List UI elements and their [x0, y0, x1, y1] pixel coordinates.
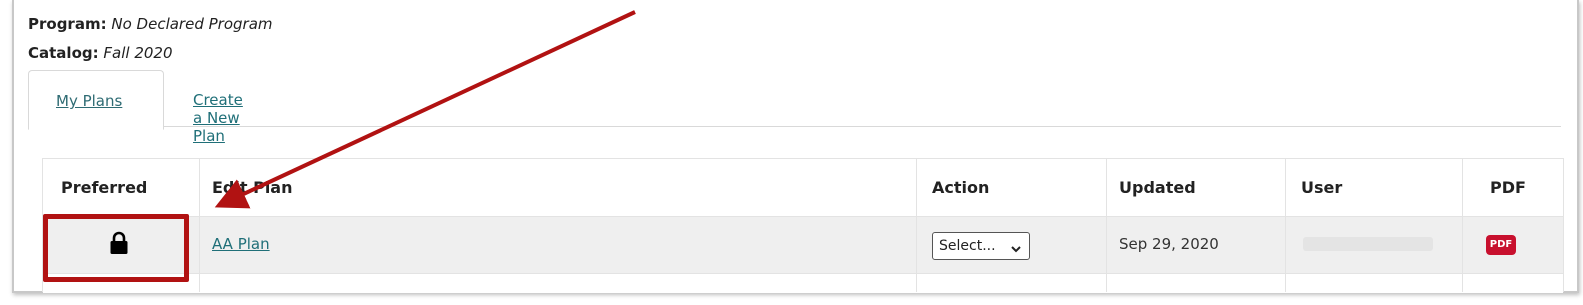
chevron-down-icon: [1011, 242, 1021, 253]
column-divider: [1462, 159, 1463, 292]
column-divider: [1285, 159, 1286, 292]
column-divider: [916, 159, 917, 292]
user-cell-redacted: [1303, 237, 1433, 251]
header-edit-plan: Edit Plan: [212, 178, 293, 197]
tab-my-plans[interactable]: My Plans: [28, 70, 164, 130]
tabs-divider: [28, 126, 1561, 127]
action-select[interactable]: Select...: [932, 232, 1030, 260]
updated-cell: Sep 29, 2020: [1119, 235, 1219, 253]
program-value: No Declared Program: [111, 15, 273, 33]
plan-name-cell[interactable]: AA Plan: [212, 235, 270, 253]
program-label: Program:: [28, 15, 107, 33]
tab-my-plans-label[interactable]: My Plans: [56, 92, 122, 110]
column-divider: [199, 159, 200, 292]
header-preferred: Preferred: [61, 178, 148, 197]
table-row: AA Plan Select... Sep 29, 2020 PDF: [43, 217, 1563, 273]
annotation-highlight-box: [43, 214, 189, 282]
plan-link[interactable]: AA Plan: [212, 235, 270, 253]
plans-table: Preferred Edit Plan Action Updated User …: [42, 158, 1564, 293]
pdf-icon[interactable]: PDF: [1486, 235, 1516, 255]
table-row: [43, 273, 1563, 293]
header-updated: Updated: [1119, 178, 1196, 197]
header-user: User: [1301, 178, 1343, 197]
tab-create-new-plan-label[interactable]: Create a New Plan: [193, 91, 243, 145]
program-line: Program: No Declared Program: [28, 14, 273, 34]
column-divider: [1106, 159, 1107, 292]
action-select-value: Select...: [939, 238, 996, 254]
header-pdf: PDF: [1490, 178, 1526, 197]
table-header: Preferred Edit Plan Action Updated User …: [43, 159, 1563, 217]
catalog-label: Catalog:: [28, 44, 99, 62]
header-action: Action: [932, 178, 990, 197]
catalog-line: Catalog: Fall 2020: [28, 43, 173, 63]
catalog-value: Fall 2020: [103, 44, 173, 62]
